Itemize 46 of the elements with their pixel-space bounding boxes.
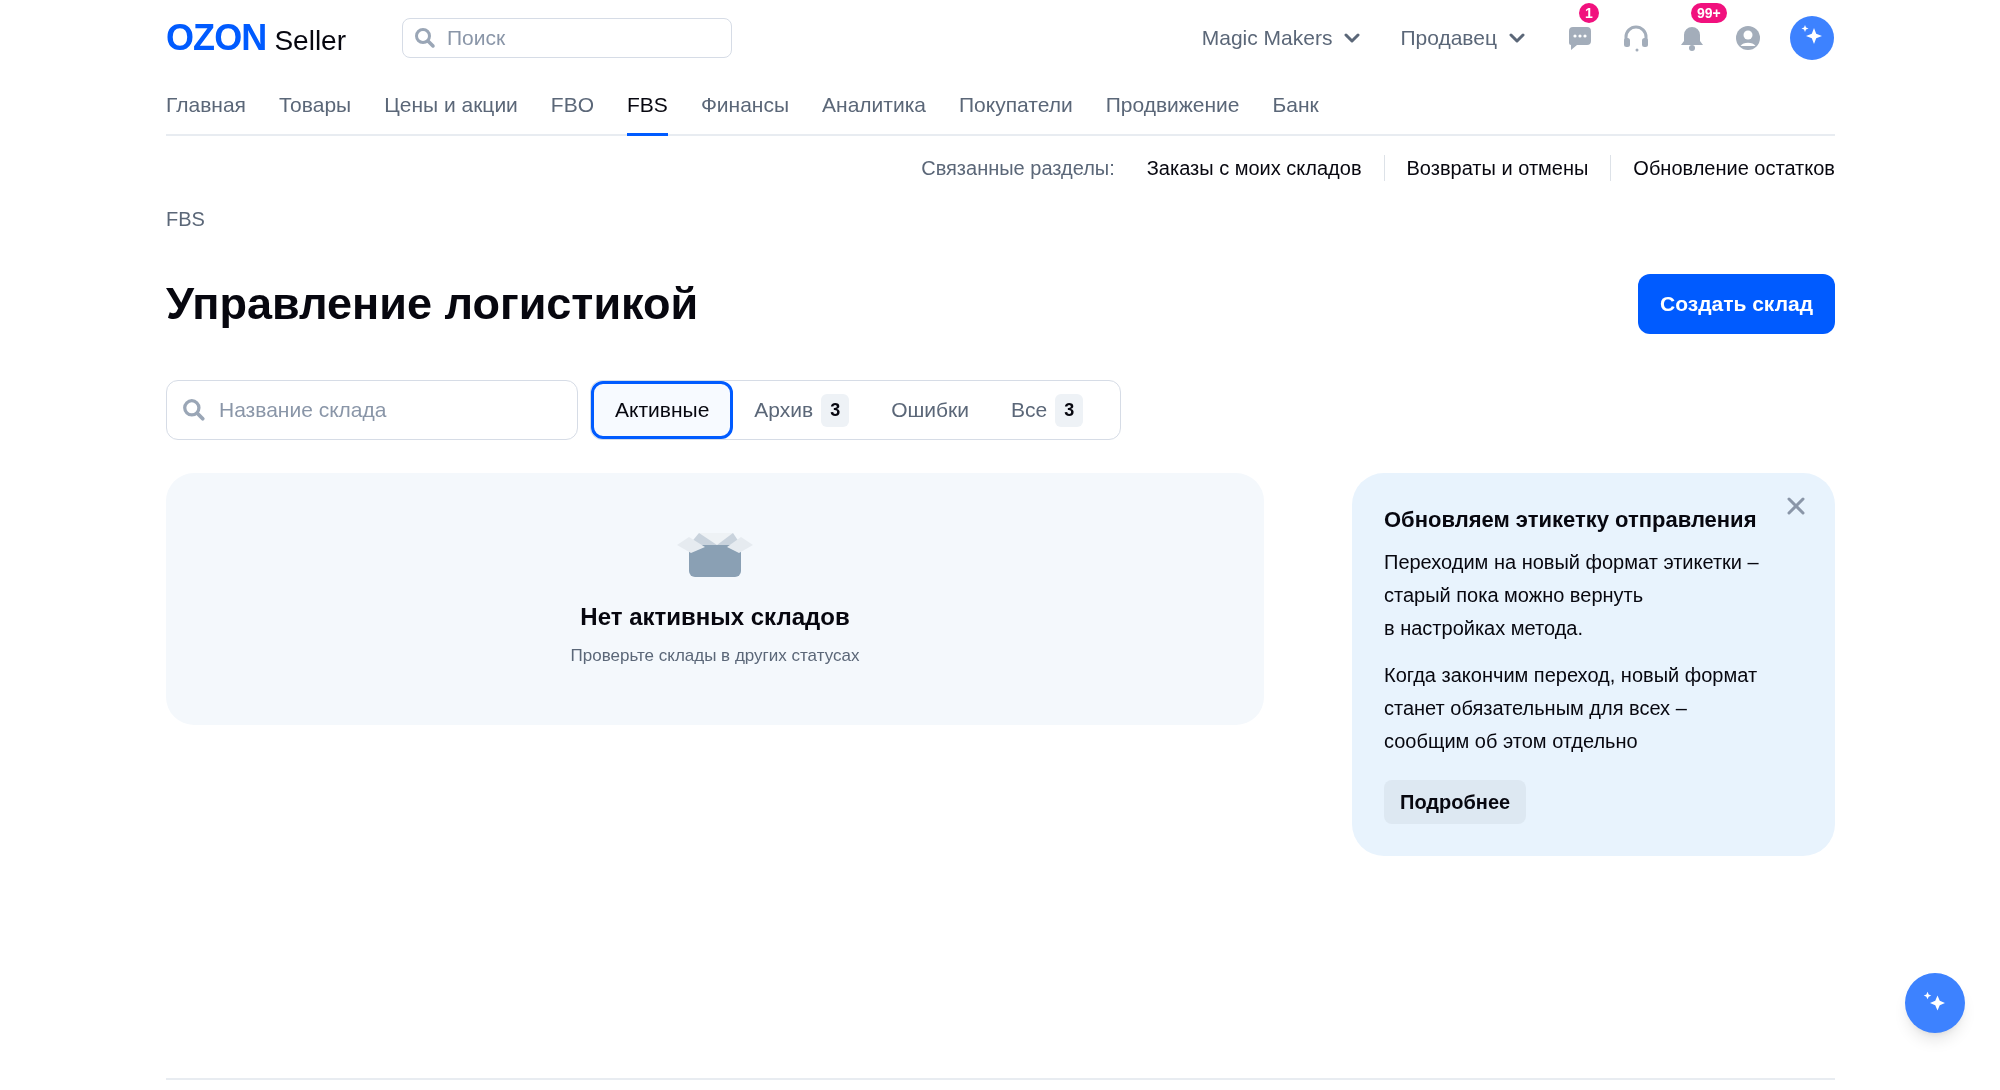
seller-label: Seller: [274, 24, 346, 58]
nav-tab[interactable]: Цены и акции: [384, 76, 518, 136]
create-warehouse-button[interactable]: Создать склад: [1638, 274, 1835, 334]
search-icon: [182, 398, 206, 422]
count-badge: 3: [1055, 393, 1084, 427]
ozon-logo[interactable]: OZON: [166, 11, 267, 65]
notice-title: Обновляем этикетку отправления: [1384, 506, 1757, 534]
breadcrumb[interactable]: FBS: [166, 204, 205, 234]
status-tab[interactable]: Активные: [591, 381, 734, 439]
search-field[interactable]: Поиск: [402, 18, 732, 58]
nav-tab[interactable]: Товары: [278, 76, 352, 136]
nav-tab[interactable]: Аналитика: [822, 76, 926, 136]
count-badge: 3: [821, 393, 850, 427]
nav-tab[interactable]: Покупатели: [959, 76, 1073, 136]
related-label: Связанные разделы:: [921, 156, 1115, 181]
chevron-down-icon: [1344, 33, 1361, 43]
profile-icon[interactable]: [1733, 23, 1763, 53]
status-tab[interactable]: Все 3: [990, 381, 1105, 439]
close-icon[interactable]: [1787, 497, 1805, 515]
more-button[interactable]: Подробнее: [1384, 780, 1527, 824]
nav-tab[interactable]: Продвижение: [1105, 76, 1240, 136]
nav-tab[interactable]: FBO: [550, 76, 595, 136]
search-icon: [414, 27, 436, 49]
nav-tab[interactable]: Финансы: [700, 76, 790, 136]
status-tab[interactable]: Архив 3: [733, 381, 871, 439]
role-dropdown[interactable]: Продавец: [1400, 22, 1525, 54]
notification-badge: 1: [1579, 3, 1599, 23]
headset-icon[interactable]: [1621, 23, 1651, 53]
nav-tab[interactable]: FBS: [627, 76, 668, 136]
status-tab[interactable]: Ошибки: [870, 381, 991, 439]
related-link[interactable]: Возвраты и отмены: [1406, 153, 1589, 183]
related-link[interactable]: Обновление остатков: [1633, 153, 1835, 183]
empty-subtitle: Проверьте склады в других статусах: [570, 645, 860, 667]
warehouse-search-field[interactable]: Название склада: [166, 380, 578, 440]
related-link[interactable]: Заказы с моих складов: [1146, 153, 1362, 183]
notice-paragraph: Переходим на новый формат этикетки – старый пока можно вернуть в настройках метода.: [1384, 550, 1760, 641]
notice-paragraph: Когда закончим переход, новый формат станет обязательным для всех – сообщим об этом отдельно: [1384, 663, 1759, 754]
nav-tab[interactable]: Банк: [1272, 76, 1319, 136]
notification-badge: 99+: [1691, 3, 1727, 23]
chevron-down-icon: [1509, 33, 1525, 43]
assistant-button[interactable]: [1905, 973, 1965, 1033]
page-title: Управление логистикой: [166, 277, 699, 332]
assistant-sparkle-icon[interactable]: [1789, 15, 1835, 61]
nav-tab[interactable]: Главная: [166, 76, 246, 136]
empty-title: Нет активных складов: [580, 602, 850, 632]
account-dropdown[interactable]: Magic Makers: [1201, 22, 1361, 54]
